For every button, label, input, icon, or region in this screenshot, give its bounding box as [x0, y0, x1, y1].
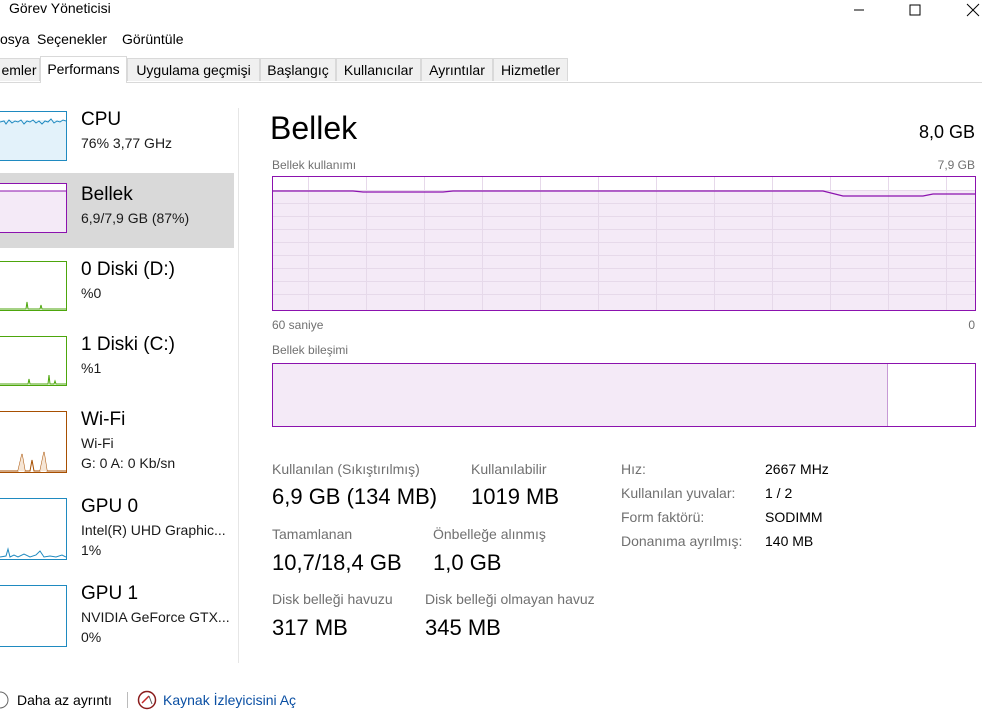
tab-strip: emler Performans Uygulama geçmişi Başlan…	[0, 56, 982, 83]
sidebar-item-wifi-adapter: Wi-Fi	[81, 435, 114, 451]
sidebar-item-memory[interactable]: Bellek 6,9/7,9 GB (87%)	[0, 173, 234, 248]
hardware-reserved-label: Donanıma ayrılmış:	[621, 533, 743, 549]
graph-time-right: 0	[968, 318, 975, 332]
chevron-up-icon	[0, 691, 9, 709]
tab-performance[interactable]: Performans	[40, 56, 127, 83]
disk0-thumbnail-graph	[0, 261, 67, 311]
disk1-thumbnail-graph	[0, 336, 67, 386]
sidebar-item-memory-usage: 6,9/7,9 GB (87%)	[81, 210, 190, 226]
speed-label: Hız:	[621, 461, 646, 477]
page-title: Bellek	[270, 110, 358, 146]
memory-usage-graph	[272, 176, 976, 311]
sidebar-item-disk1[interactable]: 1 Diski (C:) %1	[0, 333, 234, 401]
nonpaged-pool-label: Disk belleği olmayan havuz	[425, 591, 595, 607]
minimize-icon	[854, 9, 864, 11]
sidebar-item-wifi[interactable]: Wi-Fi Wi-Fi G: 0 A: 0 Kb/sn	[0, 408, 234, 476]
tab-app-history[interactable]: Uygulama geçmişi	[127, 58, 260, 81]
sidebar-item-disk1-usage: %1	[81, 360, 102, 376]
minimize-button[interactable]	[836, 0, 882, 20]
sidebar-item-gpu0-usage: 1%	[81, 542, 102, 558]
sidebar-item-disk0-name: 0 Diski (D:)	[81, 259, 175, 280]
sidebar-divider	[238, 108, 239, 663]
gpu1-thumbnail-graph	[0, 585, 67, 647]
in-use-label: Kullanılan (Sıkıştırılmış)	[272, 461, 420, 477]
tab-services[interactable]: Hizmetler	[493, 58, 568, 81]
sidebar-item-gpu1-model: NVIDIA GeForce GTX...	[81, 609, 230, 625]
sidebar-item-gpu1-name: GPU 1	[81, 583, 139, 604]
menu-view[interactable]: Görüntüle	[122, 28, 183, 50]
tab-users[interactable]: Kullanıcılar	[336, 58, 421, 81]
sidebar-item-gpu0-model: Intel(R) UHD Graphic...	[81, 522, 226, 538]
window-title: Görev Yöneticisi	[9, 0, 111, 16]
sidebar-item-cpu[interactable]: CPU 76% 3,77 GHz	[0, 108, 234, 176]
sidebar-item-wifi-name: Wi-Fi	[81, 409, 126, 430]
speed-value: 2667 MHz	[765, 461, 829, 477]
footer-divider	[127, 692, 128, 708]
resource-sidebar: CPU 76% 3,77 GHz Bellek 6,9/7,9 GB (87%)…	[0, 108, 238, 663]
sidebar-item-cpu-name: CPU	[81, 109, 122, 130]
sidebar-item-disk1-name: 1 Diski (C:)	[81, 334, 175, 355]
slots-used-value: 1 / 2	[765, 485, 793, 501]
maximize-icon	[909, 4, 921, 16]
sidebar-item-disk0[interactable]: 0 Diski (D:) %0	[0, 258, 234, 326]
gpu0-thumbnail-graph	[0, 498, 67, 560]
tab-startup[interactable]: Başlangıç	[260, 58, 336, 81]
close-button[interactable]	[950, 0, 982, 20]
close-icon	[966, 3, 980, 17]
usage-graph-label: Bellek kullanımı	[272, 158, 357, 172]
slots-used-label: Kullanılan yuvalar:	[621, 485, 736, 501]
nonpaged-pool-value: 345 MB	[425, 615, 501, 640]
cpu-thumbnail-graph	[0, 111, 67, 161]
in-use-value: 6,9 GB (134 MB)	[272, 484, 438, 509]
composition-label: Bellek bileşimi	[272, 343, 349, 357]
fewer-details-label: Daha az ayrıntı	[17, 692, 112, 708]
resource-monitor-label[interactable]: Kaynak İzleyicisini Aç	[163, 688, 296, 712]
graph-time-left: 60 saniye	[272, 318, 324, 332]
sidebar-item-memory-name: Bellek	[81, 184, 133, 205]
available-label: Kullanılabilir	[471, 461, 547, 477]
form-factor-label: Form faktörü:	[621, 509, 705, 525]
wifi-thumbnail-graph	[0, 411, 67, 473]
tab-details[interactable]: Ayrıntılar	[421, 58, 493, 81]
sidebar-item-gpu0-name: GPU 0	[81, 496, 139, 517]
composition-in-use-segment	[273, 364, 888, 426]
sidebar-item-wifi-throughput: G: 0 A: 0 Kb/sn	[81, 455, 176, 471]
sidebar-item-gpu1[interactable]: GPU 1 NVIDIA GeForce GTX... 0%	[0, 582, 234, 650]
sidebar-item-gpu0[interactable]: GPU 0 Intel(R) UHD Graphic... 1%	[0, 495, 234, 563]
title-bar: Görev Yöneticisi	[0, 0, 982, 22]
sidebar-item-gpu1-usage: 0%	[81, 629, 102, 645]
sidebar-item-cpu-usage: 76% 3,77 GHz	[81, 135, 173, 151]
committed-label: Tamamlanan	[272, 526, 353, 542]
maximize-button[interactable]	[892, 0, 938, 20]
memory-composition-bar	[272, 363, 976, 427]
total-memory: 8,0 GB	[918, 122, 975, 142]
cached-label: Önbelleğe alınmış	[433, 526, 546, 542]
available-value: 1019 MB	[471, 484, 560, 509]
memory-thumbnail-graph	[0, 183, 67, 233]
sidebar-item-disk0-usage: %0	[81, 285, 102, 301]
tab-processes[interactable]: emler	[0, 58, 40, 81]
form-factor-value: SODIMM	[765, 509, 823, 525]
paged-pool-label: Disk belleği havuzu	[272, 591, 393, 607]
paged-pool-value: 317 MB	[272, 615, 348, 640]
cached-value: 1,0 GB	[433, 550, 502, 575]
resource-monitor-icon	[137, 690, 157, 710]
hardware-reserved-value: 140 MB	[765, 533, 814, 549]
menu-file[interactable]: osya	[0, 28, 30, 50]
menu-options[interactable]: Seçenekler	[37, 28, 107, 50]
committed-value: 10,7/18,4 GB	[272, 550, 402, 575]
usage-graph-max: 7,9 GB	[937, 158, 975, 172]
